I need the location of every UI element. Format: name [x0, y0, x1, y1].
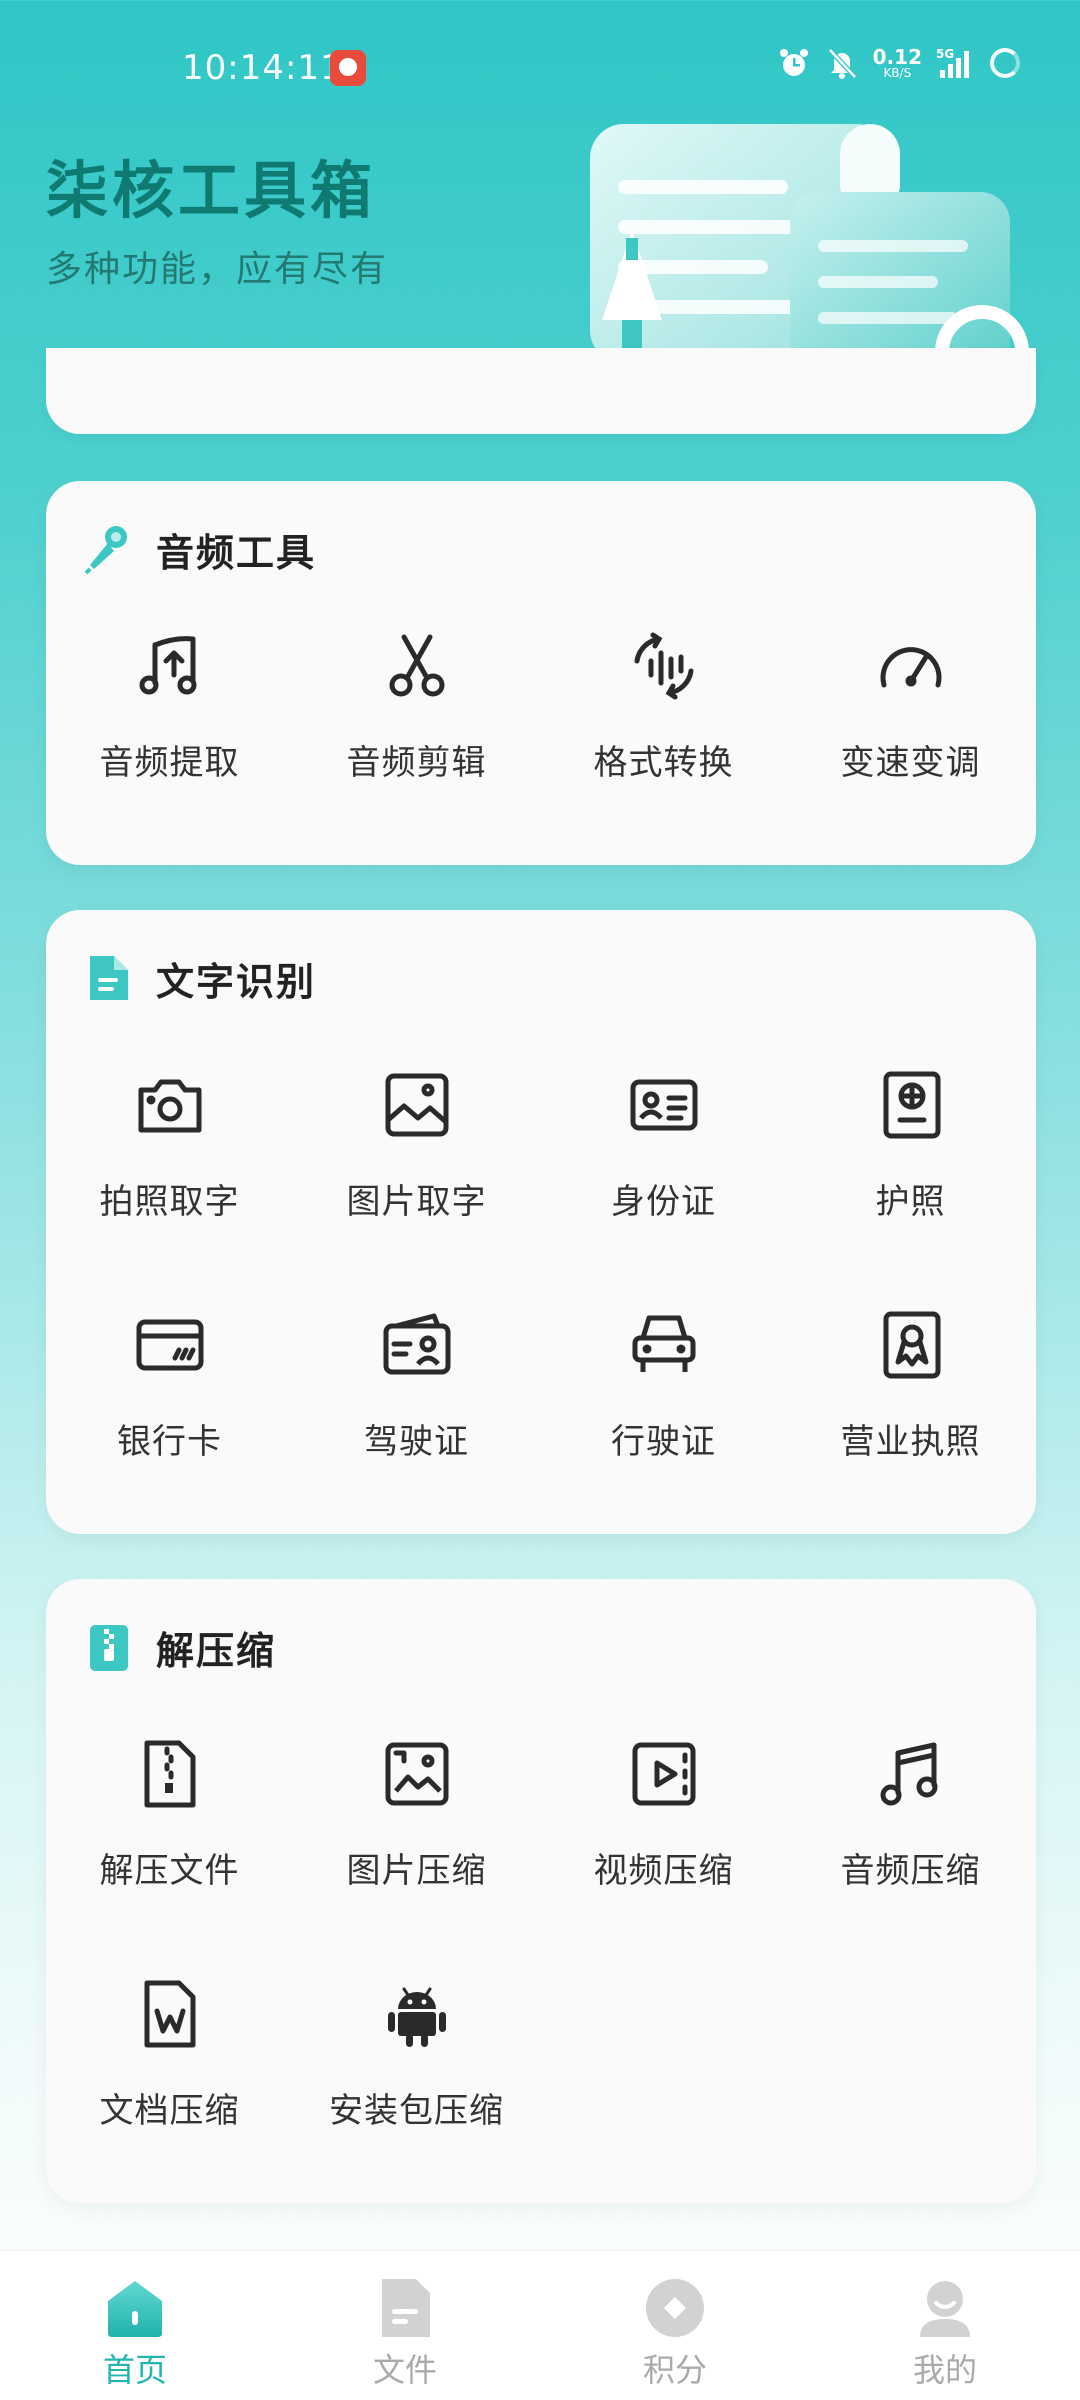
signal-icon: 5G	[936, 47, 969, 78]
tool-label: 格式转换	[593, 743, 734, 783]
app-subtitle: 多种功能，应有尽有	[46, 249, 389, 290]
music-extract-icon	[139, 636, 196, 695]
audio-tools-card: 音频工具 音频提取 音频剪辑 格式转换 变速变调	[46, 481, 1036, 865]
home-icon	[108, 2281, 162, 2337]
tool-speed-pitch[interactable]: 变速变调	[787, 631, 1034, 831]
compress-header: 解压缩	[84, 1617, 276, 1677]
tool-video-compress[interactable]: 视频压缩	[540, 1739, 787, 1939]
tool-label: 行驶证	[611, 1422, 716, 1462]
tool-label: 音频提取	[99, 743, 240, 783]
battery-icon	[990, 48, 1020, 78]
tool-label: 视频压缩	[593, 1851, 734, 1891]
zip-icon	[90, 1625, 128, 1671]
profile-icon	[920, 2281, 970, 2337]
hero-documents-illustration	[590, 124, 1029, 350]
app-title: 柒核工具箱	[46, 154, 377, 227]
nav-home[interactable]: 首页	[0, 2251, 270, 2400]
zip-file-icon	[144, 1740, 195, 1808]
nav-label: 文件	[372, 2351, 437, 2389]
file-icon	[382, 2279, 430, 2337]
tool-label: 音频压缩	[840, 1851, 981, 1891]
tool-photo-ocr[interactable]: 拍照取字	[46, 1070, 293, 1270]
tool-audio-extract[interactable]: 音频提取	[46, 631, 293, 831]
scissors-icon	[389, 634, 444, 697]
tool-label: 图片压缩	[346, 1851, 487, 1891]
tool-format-convert[interactable]: 格式转换	[540, 631, 787, 831]
business-license-icon	[883, 1311, 940, 1379]
tool-label: 驾驶证	[364, 1422, 469, 1462]
banner-card[interactable]	[46, 348, 1036, 434]
nav-label: 我的	[912, 2351, 977, 2389]
tool-label: 音频剪辑	[346, 743, 487, 783]
network-type: 5G	[936, 47, 954, 61]
bottom-nav: 首页 文件 积分 我的	[0, 2250, 1080, 2400]
tool-driver-license[interactable]: 驾驶证	[293, 1310, 540, 1510]
nav-points[interactable]: 积分	[540, 2251, 810, 2400]
net-speed-unit: KB/S	[883, 66, 912, 80]
net-speed-value: 0.12	[872, 45, 922, 69]
notification-app-icon	[330, 50, 366, 86]
tool-label: 银行卡	[117, 1422, 222, 1462]
points-icon	[646, 2279, 704, 2337]
tool-audio-cut[interactable]: 音频剪辑	[293, 631, 540, 831]
compress-title: 解压缩	[156, 1628, 277, 1673]
nav-label: 首页	[102, 2351, 167, 2389]
car-icon	[632, 1315, 695, 1372]
mute-bell-icon	[827, 48, 857, 79]
passport-icon	[883, 1071, 940, 1139]
video-icon	[632, 1742, 695, 1806]
tool-label: 安装包压缩	[329, 2091, 504, 2131]
tool-business-license[interactable]: 营业执照	[787, 1310, 1034, 1510]
ocr-card: 文字识别 拍照取字 图片取字 身份证 护照 银行卡 驾驶证 行驶证 营业执照	[46, 910, 1036, 1534]
tool-label: 文档压缩	[99, 2091, 240, 2131]
tool-label: 护照	[875, 1182, 946, 1222]
tool-doc-compress[interactable]: 文档压缩	[46, 1979, 293, 2179]
tool-bank-card[interactable]: 银行卡	[46, 1310, 293, 1510]
android-icon	[387, 1987, 446, 2047]
driver-license-icon	[383, 1313, 450, 1375]
net-speed: 0.12 KB/S	[873, 47, 922, 79]
status-bar: 10:14:11 0.12 KB/S 5G	[0, 0, 1080, 130]
tool-vehicle-license[interactable]: 行驶证	[540, 1310, 787, 1510]
tool-label: 营业执照	[840, 1422, 981, 1462]
nav-profile[interactable]: 我的	[810, 2251, 1080, 2400]
audio-tools-header: 音频工具	[84, 519, 316, 579]
tool-label: 拍照取字	[99, 1182, 240, 1222]
bank-card-icon	[136, 1319, 203, 1371]
image-icon	[385, 1073, 448, 1137]
alarm-icon	[779, 49, 808, 76]
speedometer-icon	[880, 647, 941, 688]
tool-label: 变速变调	[840, 743, 981, 783]
music-note-icon	[880, 1742, 937, 1806]
tool-image-compress[interactable]: 图片压缩	[293, 1739, 540, 1939]
ocr-title: 文字识别	[156, 959, 317, 1004]
compress-card: 解压缩 解压文件 图片压缩 视频压缩 音频压缩 文档压缩 安装包压缩	[46, 1579, 1036, 2203]
document-icon	[90, 956, 128, 1000]
waveform-convert-icon	[634, 632, 693, 700]
word-doc-icon	[144, 1980, 195, 2048]
camera-icon	[138, 1079, 201, 1133]
audio-tools-title: 音频工具	[156, 530, 317, 575]
nav-label: 积分	[642, 2351, 707, 2389]
microphone-icon	[84, 526, 127, 575]
image-compress-icon	[385, 1742, 448, 1806]
nav-files[interactable]: 文件	[270, 2251, 540, 2400]
id-card-icon	[630, 1079, 697, 1131]
tool-audio-compress[interactable]: 音频压缩	[787, 1739, 1034, 1939]
tool-apk-compress[interactable]: 安装包压缩	[293, 1979, 540, 2179]
tool-unzip-file[interactable]: 解压文件	[46, 1739, 293, 1939]
tool-label: 解压文件	[99, 1851, 240, 1891]
status-icons: 0.12 KB/S 5G	[777, 46, 1020, 80]
tool-label: 图片取字	[346, 1182, 487, 1222]
tool-label: 身份证	[611, 1182, 716, 1222]
tool-image-ocr[interactable]: 图片取字	[293, 1070, 540, 1270]
tool-passport[interactable]: 护照	[787, 1070, 1034, 1270]
status-time: 10:14:11	[182, 48, 343, 88]
tool-id-card[interactable]: 身份证	[540, 1070, 787, 1270]
ocr-header: 文字识别	[84, 948, 316, 1008]
